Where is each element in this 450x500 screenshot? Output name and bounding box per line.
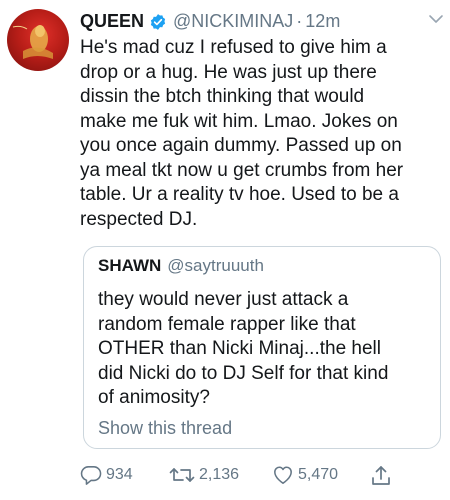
quoted-tweet-text: they would never just attack a random fe… xyxy=(98,289,389,408)
reply-count: 934 xyxy=(106,466,133,483)
quoted-author-name: SHAWN xyxy=(98,256,162,275)
share-button[interactable] xyxy=(370,465,392,487)
quoted-tweet-header: SHAWN @saytruuuth xyxy=(98,256,264,276)
show-thread-link[interactable]: Show this thread xyxy=(98,418,232,439)
like-button[interactable]: 5,470 xyxy=(272,465,338,485)
share-icon xyxy=(370,465,392,487)
author-name[interactable]: QUEEN xyxy=(80,11,144,32)
retweet-button[interactable]: 2,136 xyxy=(169,465,239,485)
reply-icon xyxy=(80,465,102,485)
verified-badge-icon xyxy=(149,13,167,31)
avatar[interactable] xyxy=(7,9,69,71)
reply-button[interactable]: 934 xyxy=(80,465,133,485)
timestamp[interactable]: 12m xyxy=(305,11,340,32)
tweet-header: QUEEN @NICKIMINAJ · 12m xyxy=(80,8,340,34)
heart-icon xyxy=(272,465,294,485)
author-handle[interactable]: @NICKIMINAJ xyxy=(173,11,293,32)
quoted-author-handle: @saytruuuth xyxy=(167,256,264,275)
action-bar: 934 2,136 5,470 xyxy=(80,465,420,487)
chevron-down-icon[interactable] xyxy=(428,12,444,30)
separator-dot: · xyxy=(296,10,303,31)
tweet-text: He's mad cuz I refused to give him a dro… xyxy=(80,37,404,230)
avatar-art xyxy=(12,25,53,59)
tweet[interactable]: QUEEN @NICKIMINAJ · 12m He's mad cuz I r… xyxy=(0,0,450,500)
retweet-icon xyxy=(169,465,195,485)
retweet-count: 2,136 xyxy=(199,466,240,483)
like-count: 5,470 xyxy=(298,466,339,483)
quoted-tweet[interactable]: SHAWN @saytruuuth they would never just … xyxy=(83,246,441,449)
